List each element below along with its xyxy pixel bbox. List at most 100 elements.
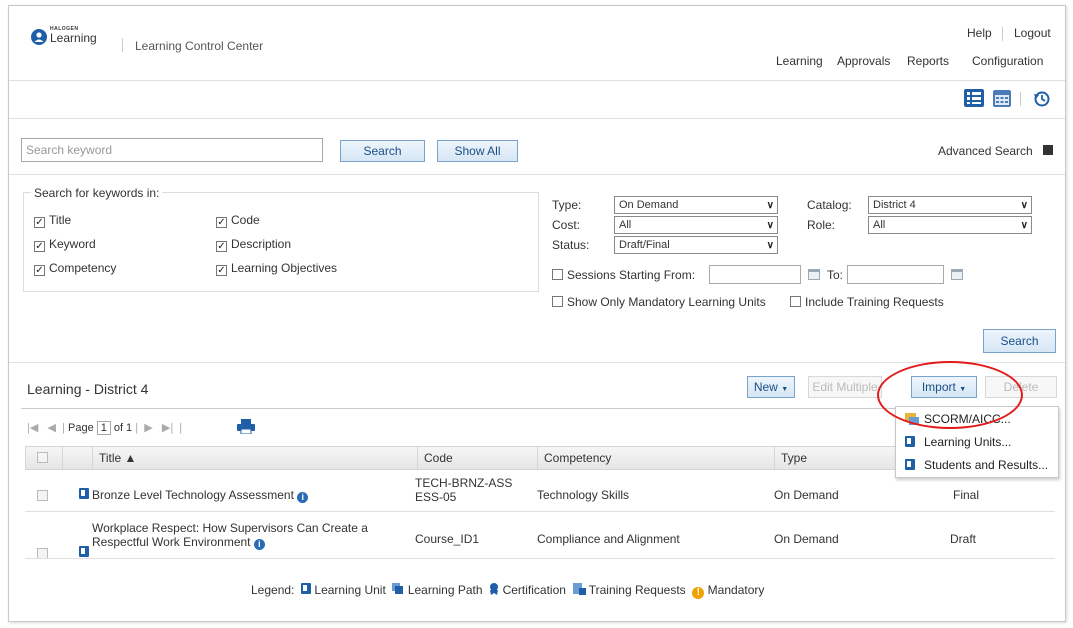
checkbox-icon[interactable] xyxy=(552,296,563,307)
advanced-search-link[interactable]: Advanced Search xyxy=(938,144,1033,158)
checkbox-label: Learning Objectives xyxy=(231,261,338,275)
prev-page-icon[interactable]: ◀ xyxy=(48,422,56,434)
last-page-icon[interactable]: ▶| xyxy=(162,422,173,434)
row-code-line: ESS-05 xyxy=(415,490,457,504)
row-type: On Demand xyxy=(774,488,839,502)
table-row: Workplace Respect: How Supervisors Can C… xyxy=(9,20,1065,559)
edit-multiple-button[interactable]: Edit Multiple xyxy=(808,376,882,398)
role-select[interactable]: All ∨ xyxy=(868,216,1032,234)
checkbox-competency[interactable]: ✓ Competency xyxy=(34,261,116,276)
cost-label: Cost: xyxy=(552,218,581,232)
menu-item-label: Learning Units... xyxy=(924,435,1012,449)
pager: |◀ ◀ | Page 1 of 1 | ▶ ▶| | xyxy=(27,421,183,435)
keyword-legend: Search for keywords in: xyxy=(31,186,163,200)
pager-current-input[interactable]: 1 xyxy=(96,421,111,435)
checkbox-icon[interactable]: ✓ xyxy=(216,241,227,252)
checkbox-label: Code xyxy=(231,213,260,227)
pager-page-label: Page xyxy=(68,422,94,434)
print-icon[interactable] xyxy=(237,419,255,434)
checkbox-learning-objectives[interactable]: ✓ Learning Objectives xyxy=(216,261,337,276)
row-title-link[interactable]: Workplace Respect: How Supervisors Can C… xyxy=(92,521,368,550)
history-icon[interactable] xyxy=(1033,90,1051,108)
filter-search-button[interactable]: Search xyxy=(983,329,1056,353)
checkbox-icon[interactable]: ✓ xyxy=(34,265,45,276)
checkbox-keyword[interactable]: ✓ Keyword xyxy=(34,237,96,252)
sessions-to-input[interactable] xyxy=(847,265,944,284)
checkbox-icon[interactable] xyxy=(552,269,563,280)
header-separator xyxy=(122,38,123,52)
checkbox-icon[interactable] xyxy=(790,296,801,307)
menu-item-students-results[interactable]: Students and Results... xyxy=(896,454,1058,476)
checkbox-icon[interactable]: ✓ xyxy=(216,265,227,276)
catalog-select[interactable]: District 4 ∨ xyxy=(868,196,1032,214)
info-icon[interactable]: i xyxy=(297,492,309,503)
row-competency: Technology Skills xyxy=(537,488,630,502)
checkbox-code[interactable]: ✓ Code xyxy=(216,213,260,228)
column-competency[interactable]: Competency xyxy=(537,447,774,469)
row-status: Draft xyxy=(950,532,977,546)
mandatory-checkbox[interactable]: Show Only Mandatory Learning Units xyxy=(552,295,766,309)
row-checkbox[interactable] xyxy=(37,490,48,501)
column-code[interactable]: Code xyxy=(417,447,537,469)
help-separator xyxy=(1002,27,1003,41)
checkbox-description[interactable]: ✓ Description xyxy=(216,237,291,252)
search-button[interactable]: Search xyxy=(340,140,425,162)
checkbox-icon[interactable]: ✓ xyxy=(216,217,227,228)
calendar-icon[interactable] xyxy=(951,269,963,280)
menu-item-label: Students and Results... xyxy=(924,458,1049,472)
status-label: Status: xyxy=(552,238,590,252)
chevron-down-icon: ∨ xyxy=(1020,200,1028,211)
nav-configuration[interactable]: Configuration xyxy=(972,54,1043,68)
catalog-label: Catalog: xyxy=(807,198,852,212)
calendar-icon[interactable] xyxy=(808,269,820,280)
status-select[interactable]: Draft/Final ∨ xyxy=(614,236,778,254)
help-link[interactable]: Help xyxy=(967,26,992,40)
list-view-icon[interactable] xyxy=(964,89,984,107)
checkbox-label: Competency xyxy=(49,261,117,275)
logout-link[interactable]: Logout xyxy=(1014,26,1051,40)
pager-of-label: of 1 xyxy=(113,422,133,434)
row-code-line: TECH-BRNZ-ASS xyxy=(415,476,513,490)
search-input[interactable] xyxy=(21,138,323,162)
nav-learning[interactable]: Learning xyxy=(776,54,823,68)
column-title[interactable]: Title ▲ xyxy=(92,447,417,469)
caret-down-icon: ▼ xyxy=(781,386,789,393)
sessions-label: Sessions Starting From: xyxy=(567,268,696,282)
first-page-icon[interactable]: |◀ xyxy=(27,422,38,434)
info-icon[interactable]: i xyxy=(253,539,265,550)
chevron-down-icon: ∨ xyxy=(766,200,774,211)
sessions-from-input[interactable] xyxy=(709,265,801,284)
row-divider xyxy=(25,511,1055,512)
show-all-button[interactable]: Show All xyxy=(437,140,518,162)
training-requests-icon xyxy=(572,583,586,595)
logo-main-text: Learning xyxy=(50,31,97,45)
next-page-icon[interactable]: ▶ xyxy=(144,422,152,434)
chevron-down-icon: ∨ xyxy=(1020,220,1028,231)
type-select[interactable]: On Demand ∨ xyxy=(614,196,778,214)
chevron-down-icon: ∨ xyxy=(766,220,774,231)
checkbox-label: Description xyxy=(231,237,292,251)
checkbox-title[interactable]: ✓ Title xyxy=(34,213,71,228)
calendar-view-icon[interactable] xyxy=(993,90,1011,108)
select-all-checkbox[interactable] xyxy=(37,452,48,463)
legend-mandatory: Mandatory xyxy=(707,583,765,597)
checkbox-label: Keyword xyxy=(49,237,96,251)
new-button[interactable]: New ▼ xyxy=(747,376,795,398)
row-competency: Compliance and Alignment xyxy=(537,532,680,546)
nav-reports[interactable]: Reports xyxy=(907,54,949,68)
row-title-link[interactable]: Bronze Level Technology Assessment i xyxy=(92,488,309,503)
column-type[interactable]: Type xyxy=(774,447,894,469)
collapse-icon[interactable] xyxy=(1043,145,1053,155)
new-label: New xyxy=(753,380,778,394)
training-requests-checkbox[interactable]: Include Training Requests xyxy=(790,295,944,309)
legend-training-requests: Training Requests xyxy=(588,583,686,597)
sessions-from-checkbox[interactable]: Sessions Starting From: xyxy=(552,268,695,282)
cost-select[interactable]: All ∨ xyxy=(614,216,778,234)
learning-unit-icon xyxy=(905,436,915,447)
checkbox-icon[interactable]: ✓ xyxy=(34,241,45,252)
menu-item-learning-units[interactable]: Learning Units... xyxy=(896,431,1058,453)
checkbox-icon[interactable]: ✓ xyxy=(34,217,45,228)
row-code: TECH-BRNZ-ASS ESS-05 xyxy=(415,476,512,504)
view-separator xyxy=(1020,92,1021,106)
nav-approvals[interactable]: Approvals xyxy=(837,54,890,68)
